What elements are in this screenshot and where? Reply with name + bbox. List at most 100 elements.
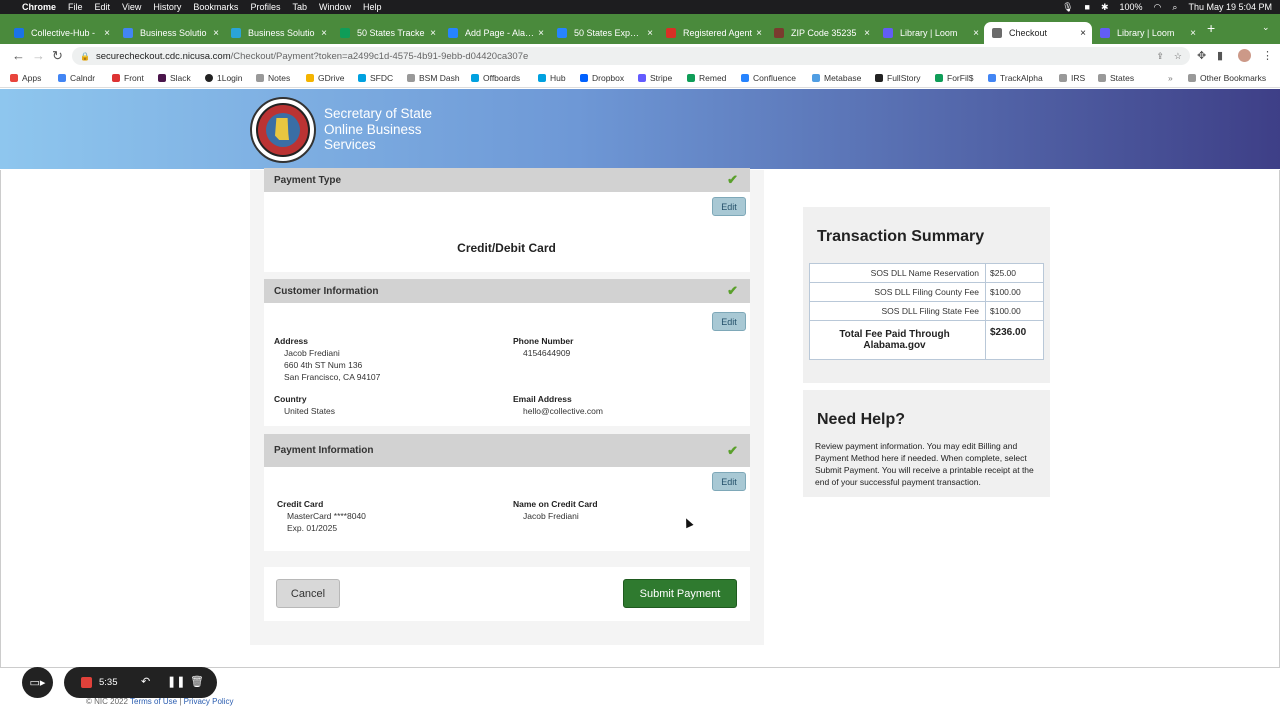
tab-collective-hub[interactable]: Collective-Hub - × bbox=[14, 22, 110, 44]
close-icon[interactable]: × bbox=[321, 28, 327, 39]
bookmark-other[interactable]: Other Bookmarks bbox=[1188, 73, 1266, 83]
tab-library-loom-1[interactable]: Library | Loom × bbox=[883, 22, 979, 44]
pause-icon[interactable]: ❚❚ bbox=[167, 675, 185, 688]
bluetooth-icon[interactable]: ✱ bbox=[1101, 2, 1109, 13]
microphone-icon[interactable]: 🎙 bbox=[1062, 2, 1073, 13]
bookmark-fullstory[interactable]: FullStory bbox=[875, 73, 921, 83]
tab-add-page-alabama[interactable]: Add Page - Alaba × bbox=[448, 22, 544, 44]
profile-avatar[interactable] bbox=[1238, 49, 1251, 62]
menu-bookmarks[interactable]: Bookmarks bbox=[193, 2, 238, 12]
tab-library-loom-2[interactable]: Library | Loom × bbox=[1100, 22, 1196, 44]
bookmark-sfdc[interactable]: SFDC bbox=[358, 73, 393, 83]
menu-window[interactable]: Window bbox=[319, 2, 351, 12]
menubar-clock[interactable]: Thu May 19 5:04 PM bbox=[1188, 2, 1272, 12]
bookmark-bsm-dash[interactable]: BSM Dash bbox=[407, 73, 460, 83]
close-icon[interactable]: × bbox=[756, 28, 762, 39]
bookmark-stripe[interactable]: Stripe bbox=[638, 73, 672, 83]
bookmark-offboards[interactable]: Offboards bbox=[471, 73, 520, 83]
bookmark-gdrive[interactable]: GDrive bbox=[306, 73, 344, 83]
close-icon[interactable]: × bbox=[647, 28, 653, 39]
tab-50-states-expansion[interactable]: 50 States Expans × bbox=[557, 22, 653, 44]
menu-profiles[interactable]: Profiles bbox=[250, 2, 280, 12]
sidebar-icon[interactable]: ▮ bbox=[1217, 49, 1223, 62]
payment-type-header: Payment Type ✔ bbox=[264, 168, 750, 192]
close-icon[interactable]: × bbox=[1190, 28, 1196, 39]
bookmark-confluence[interactable]: Confluence bbox=[741, 73, 796, 83]
bookmark-metabase[interactable]: Metabase bbox=[812, 73, 861, 83]
close-icon[interactable]: × bbox=[213, 28, 219, 39]
recording-controls: 5:35 ↶ ❚❚ 🗑 bbox=[64, 667, 217, 698]
section-title: Customer Information bbox=[274, 285, 379, 297]
menu-help[interactable]: Help bbox=[363, 2, 382, 12]
bookmark-hub[interactable]: Hub bbox=[538, 73, 566, 83]
address-bar[interactable]: 🔒 securecheckout.cdc.nicusa.com/Checkout… bbox=[72, 47, 1190, 65]
bookmark-label: TrackAlpha bbox=[1000, 73, 1043, 83]
bookmark-front[interactable]: Front bbox=[112, 73, 144, 83]
menu-edit[interactable]: Edit bbox=[95, 2, 111, 12]
bookmark-irs[interactable]: IRS bbox=[1059, 73, 1085, 83]
terms-of-use-link[interactable]: Terms of Use bbox=[130, 697, 177, 706]
recording-icon[interactable]: ■ bbox=[1085, 2, 1090, 12]
bookmark-slack[interactable]: Slack bbox=[158, 73, 191, 83]
site-title-line: Online Business bbox=[324, 121, 422, 137]
privacy-policy-link[interactable]: Privacy Policy bbox=[184, 697, 234, 706]
tab-business-solutions-1[interactable]: Business Solutio × bbox=[123, 22, 219, 44]
fee-description: SOS DLL Filing State Fee bbox=[809, 301, 986, 321]
close-icon[interactable]: × bbox=[538, 28, 544, 39]
bookmark-star-icon[interactable]: ☆ bbox=[1174, 51, 1182, 62]
tab-business-solutions-2[interactable]: Business Solutio × bbox=[231, 22, 327, 44]
bookmarks-overflow-icon[interactable]: » bbox=[1168, 73, 1173, 83]
tab-zip-code[interactable]: ZIP Code 35235 × bbox=[774, 22, 870, 44]
tab-search-chevron-icon[interactable]: ⌄ bbox=[1262, 22, 1270, 33]
bookmark-calndr[interactable]: Calndr bbox=[58, 73, 95, 83]
bookmark-remed[interactable]: Remed bbox=[687, 73, 726, 83]
bookmark-1login[interactable]: 1Login bbox=[205, 73, 243, 83]
trash-icon[interactable]: 🗑 bbox=[190, 675, 204, 688]
tab-favicon bbox=[1100, 28, 1110, 38]
search-icon[interactable]: ⌕ bbox=[1172, 2, 1177, 13]
edit-payment-type-button[interactable]: Edit bbox=[712, 197, 746, 216]
bookmarks-bar: Apps Calndr Front Slack 1Login Notes GDr… bbox=[0, 68, 1280, 88]
reload-icon[interactable]: ↻ bbox=[52, 48, 63, 64]
menu-view[interactable]: View bbox=[122, 2, 141, 12]
more-menu-icon[interactable]: ⋮ bbox=[1262, 49, 1273, 62]
site-title[interactable]: Secretary of State Online Business Servi… bbox=[324, 106, 432, 153]
menu-file[interactable]: File bbox=[68, 2, 83, 12]
edit-payment-info-button[interactable]: Edit bbox=[712, 472, 746, 491]
forward-icon[interactable]: → bbox=[32, 48, 45, 63]
bookmark-forfils[interactable]: ForFil$ bbox=[935, 73, 973, 83]
extensions-icon[interactable]: ✥ bbox=[1197, 49, 1206, 62]
bookmark-trackalpha[interactable]: TrackAlpha bbox=[988, 73, 1043, 83]
new-tab-icon[interactable]: + bbox=[1207, 20, 1215, 36]
site-title-line: Services bbox=[324, 137, 376, 152]
cancel-button[interactable]: Cancel bbox=[276, 579, 340, 608]
close-icon[interactable]: × bbox=[864, 28, 870, 39]
close-icon[interactable]: × bbox=[104, 28, 110, 39]
menu-app-name[interactable]: Chrome bbox=[22, 2, 56, 12]
alabama-seal-logo[interactable] bbox=[250, 97, 316, 163]
close-icon[interactable]: × bbox=[973, 28, 979, 39]
tab-checkout[interactable]: Checkout × bbox=[984, 22, 1092, 44]
back-icon[interactable]: ← bbox=[12, 48, 25, 63]
menu-tab[interactable]: Tab bbox=[292, 2, 307, 12]
tab-50-states-tracker[interactable]: 50 States Tracke × bbox=[340, 22, 436, 44]
close-icon[interactable]: × bbox=[430, 28, 436, 39]
payment-type-card bbox=[264, 192, 750, 272]
bookmark-notes[interactable]: Notes bbox=[256, 73, 290, 83]
share-icon[interactable]: ⇪ bbox=[1156, 51, 1164, 62]
restart-icon[interactable]: ↶ bbox=[141, 675, 150, 688]
bookmark-dropbox[interactable]: Dropbox bbox=[580, 73, 624, 83]
submit-payment-button[interactable]: Submit Payment bbox=[623, 579, 737, 608]
tab-label: 50 States Tracke bbox=[357, 28, 425, 38]
wifi-icon[interactable]: ◠ bbox=[1154, 2, 1162, 13]
bookmark-apps[interactable]: Apps bbox=[10, 73, 41, 83]
lock-icon[interactable]: 🔒 bbox=[80, 52, 90, 61]
tab-favicon bbox=[14, 28, 24, 38]
close-icon[interactable]: × bbox=[1080, 28, 1086, 39]
camera-toggle-button[interactable]: ▭▸ bbox=[22, 667, 53, 698]
menu-history[interactable]: History bbox=[153, 2, 181, 12]
bookmark-states[interactable]: States bbox=[1098, 73, 1134, 83]
edit-customer-info-button[interactable]: Edit bbox=[712, 312, 746, 331]
tab-registered-agent[interactable]: Registered Agent × bbox=[666, 22, 762, 44]
stop-recording-icon[interactable] bbox=[81, 677, 92, 688]
